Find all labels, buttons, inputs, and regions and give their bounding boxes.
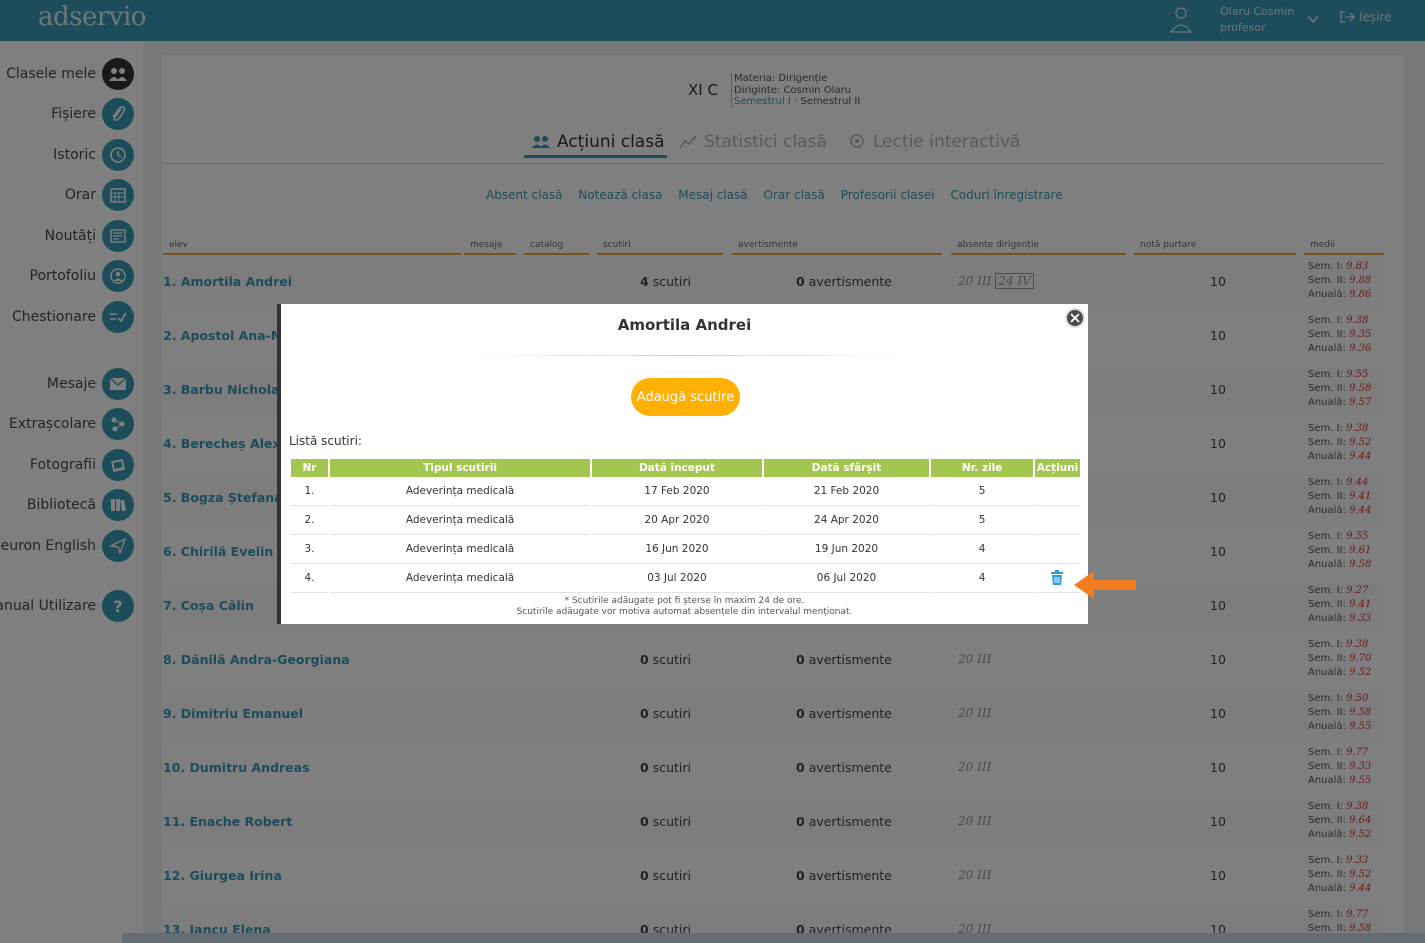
note-line-2: Scutirile adăugate vor motiva automat ab… [516, 607, 853, 617]
cell-end: 19 Jun 2020 [763, 535, 930, 564]
scutiri-modal: Amortila Andrei Adaugă scutire Listă scu… [277, 304, 1088, 624]
table-row: 3. Adeverința medicală 16 Jun 2020 19 Ju… [291, 535, 1080, 564]
cell-end: 24 Apr 2020 [763, 506, 930, 535]
title-separator [471, 355, 901, 356]
cell-nr: 1. [291, 477, 328, 506]
column-header-nr: Nr [291, 459, 328, 477]
cell-start: 17 Feb 2020 [592, 477, 762, 506]
cell-end: 06 Jul 2020 [763, 564, 930, 593]
cell-actions [1034, 477, 1080, 506]
cell-tip: Adeverința medicală [329, 535, 591, 564]
cell-start: 16 Jun 2020 [592, 535, 762, 564]
table-row: 4. Adeverința medicală 03 Jul 2020 06 Ju… [291, 564, 1080, 593]
scutiri-table: Nr Tipul scutirii Dată început Dată sfâr… [289, 459, 1082, 593]
cell-zile: 4 [931, 564, 1033, 593]
column-header-data-inceput: Dată început [592, 459, 762, 477]
close-button[interactable] [1065, 308, 1085, 328]
modal-title: Amortila Andrei [617, 316, 752, 334]
table-row: 1. Adeverința medicală 17 Feb 2020 21 Fe… [291, 477, 1080, 506]
column-header-actiuni: Acțiuni [1034, 459, 1080, 477]
cell-start: 20 Apr 2020 [592, 506, 762, 535]
cell-nr: 3. [291, 535, 328, 564]
cell-zile: 4 [931, 535, 1033, 564]
cell-zile: 5 [931, 477, 1033, 506]
cell-tip: Adeverința medicală [329, 477, 591, 506]
cell-actions [1034, 506, 1080, 535]
modal-note: * Scutirile adăugate pot fi șterse în ma… [281, 596, 1088, 618]
cell-tip: Adeverința medicală [329, 506, 591, 535]
cell-actions [1034, 535, 1080, 564]
cell-nr: 2. [291, 506, 328, 535]
add-scutire-button[interactable]: Adaugă scutire [631, 378, 740, 416]
note-line-1: * Scutirile adăugate pot fi șterse în ma… [564, 596, 805, 606]
list-label: Listă scutiri: [289, 434, 362, 448]
column-header-nr-zile: Nr. zile [931, 459, 1033, 477]
arrow-left-icon [1074, 571, 1136, 599]
column-header-tip: Tipul scutirii [329, 459, 591, 477]
cell-zile: 5 [931, 506, 1033, 535]
cell-end: 21 Feb 2020 [763, 477, 930, 506]
cell-tip: Adeverința medicală [329, 564, 591, 593]
table-row: 2. Adeverința medicală 20 Apr 2020 24 Ap… [291, 506, 1080, 535]
close-icon [1070, 313, 1080, 323]
cell-nr: 4. [291, 564, 328, 593]
trash-icon[interactable] [1050, 570, 1064, 586]
table-header-row: Nr Tipul scutirii Dată început Dată sfâr… [291, 459, 1080, 477]
cell-start: 03 Jul 2020 [592, 564, 762, 593]
column-header-data-sfarsit: Dată sfârșit [763, 459, 930, 477]
